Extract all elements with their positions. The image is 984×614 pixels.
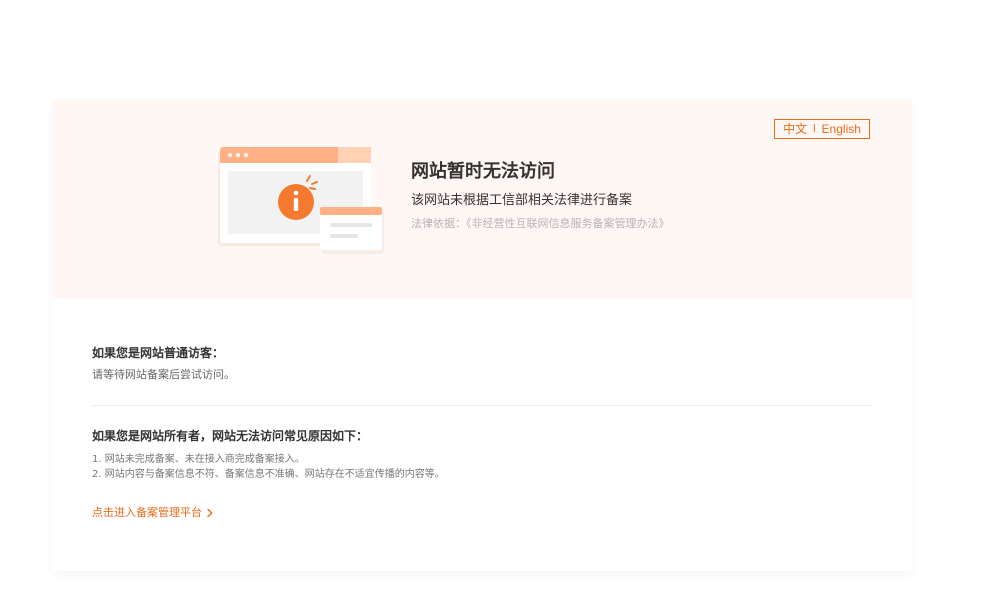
legal-basis-text: 法律依据：《非经营性互联网信息服务备案管理办法》 <box>411 217 670 230</box>
owner-reason-list: 1. 网站未完成备案、未在接入商完成备案接入。 2. 网站内容与备案信息不符、备… <box>92 452 872 482</box>
notice-card: 中文 l English 网站暂时无法访问 该网站未根据工信部相关法律进行备案 … <box>52 99 912 571</box>
hero-subtitle: 该网站未根据工信部相关法律进行备案 <box>411 193 633 208</box>
visitor-section-body: 请等待网站备案后尝试访问。 <box>92 368 235 381</box>
info-icon-stem <box>293 198 299 211</box>
page-title: 网站暂时无法访问 <box>411 161 555 182</box>
list-item: 1. 网站未完成备案、未在接入商完成备案接入。 <box>92 454 305 465</box>
hero-banner: 中文 l English 网站暂时无法访问 该网站未根据工信部相关法律进行备案 … <box>52 99 912 298</box>
small-card-line <box>330 234 358 238</box>
owner-section-title: 如果您是网站所有者，网站无法访问常见原因如下： <box>92 429 369 443</box>
browser-dot-icon <box>228 153 232 157</box>
browser-titlebar-highlight <box>338 147 371 163</box>
browser-dot-icon <box>244 153 248 157</box>
section-divider <box>92 405 872 406</box>
info-icon-dot <box>293 190 299 196</box>
browser-dot-icon <box>236 153 240 157</box>
filing-management-link-label[interactable]: 点击进入备案管理平台 <box>92 505 202 521</box>
page: 中文 l English 网站暂时无法访问 该网站未根据工信部相关法律进行备案 … <box>0 0 984 614</box>
owner-section: 如果您是网站所有者，网站无法访问常见原因如下： 1. 网站未完成备案、未在接入商… <box>92 427 872 482</box>
list-item: 2. 网站内容与备案信息不符、备案信息不准确、网站存在不适宜传播的内容等。 <box>92 469 445 480</box>
hero-text: 网站暂时无法访问 该网站未根据工信部相关法律进行备案 法律依据：《非经营性互联网… <box>411 159 831 233</box>
filing-management-link[interactable]: 点击进入备案管理平台 <box>92 505 215 521</box>
language-separator: l <box>813 123 816 135</box>
chevron-right-icon <box>207 508 213 518</box>
small-info-card-header <box>320 207 382 215</box>
language-switch[interactable]: 中文 l English <box>774 119 870 139</box>
visitor-section: 如果您是网站普通访客： 请等待网站备案后尝试访问。 <box>92 344 872 383</box>
language-english-option[interactable]: English <box>822 120 861 138</box>
language-chinese-option[interactable]: 中文 <box>783 120 807 138</box>
small-card-line <box>330 223 372 227</box>
visitor-section-title: 如果您是网站普通访客： <box>92 346 225 360</box>
website-unavailable-illustration <box>218 147 384 254</box>
